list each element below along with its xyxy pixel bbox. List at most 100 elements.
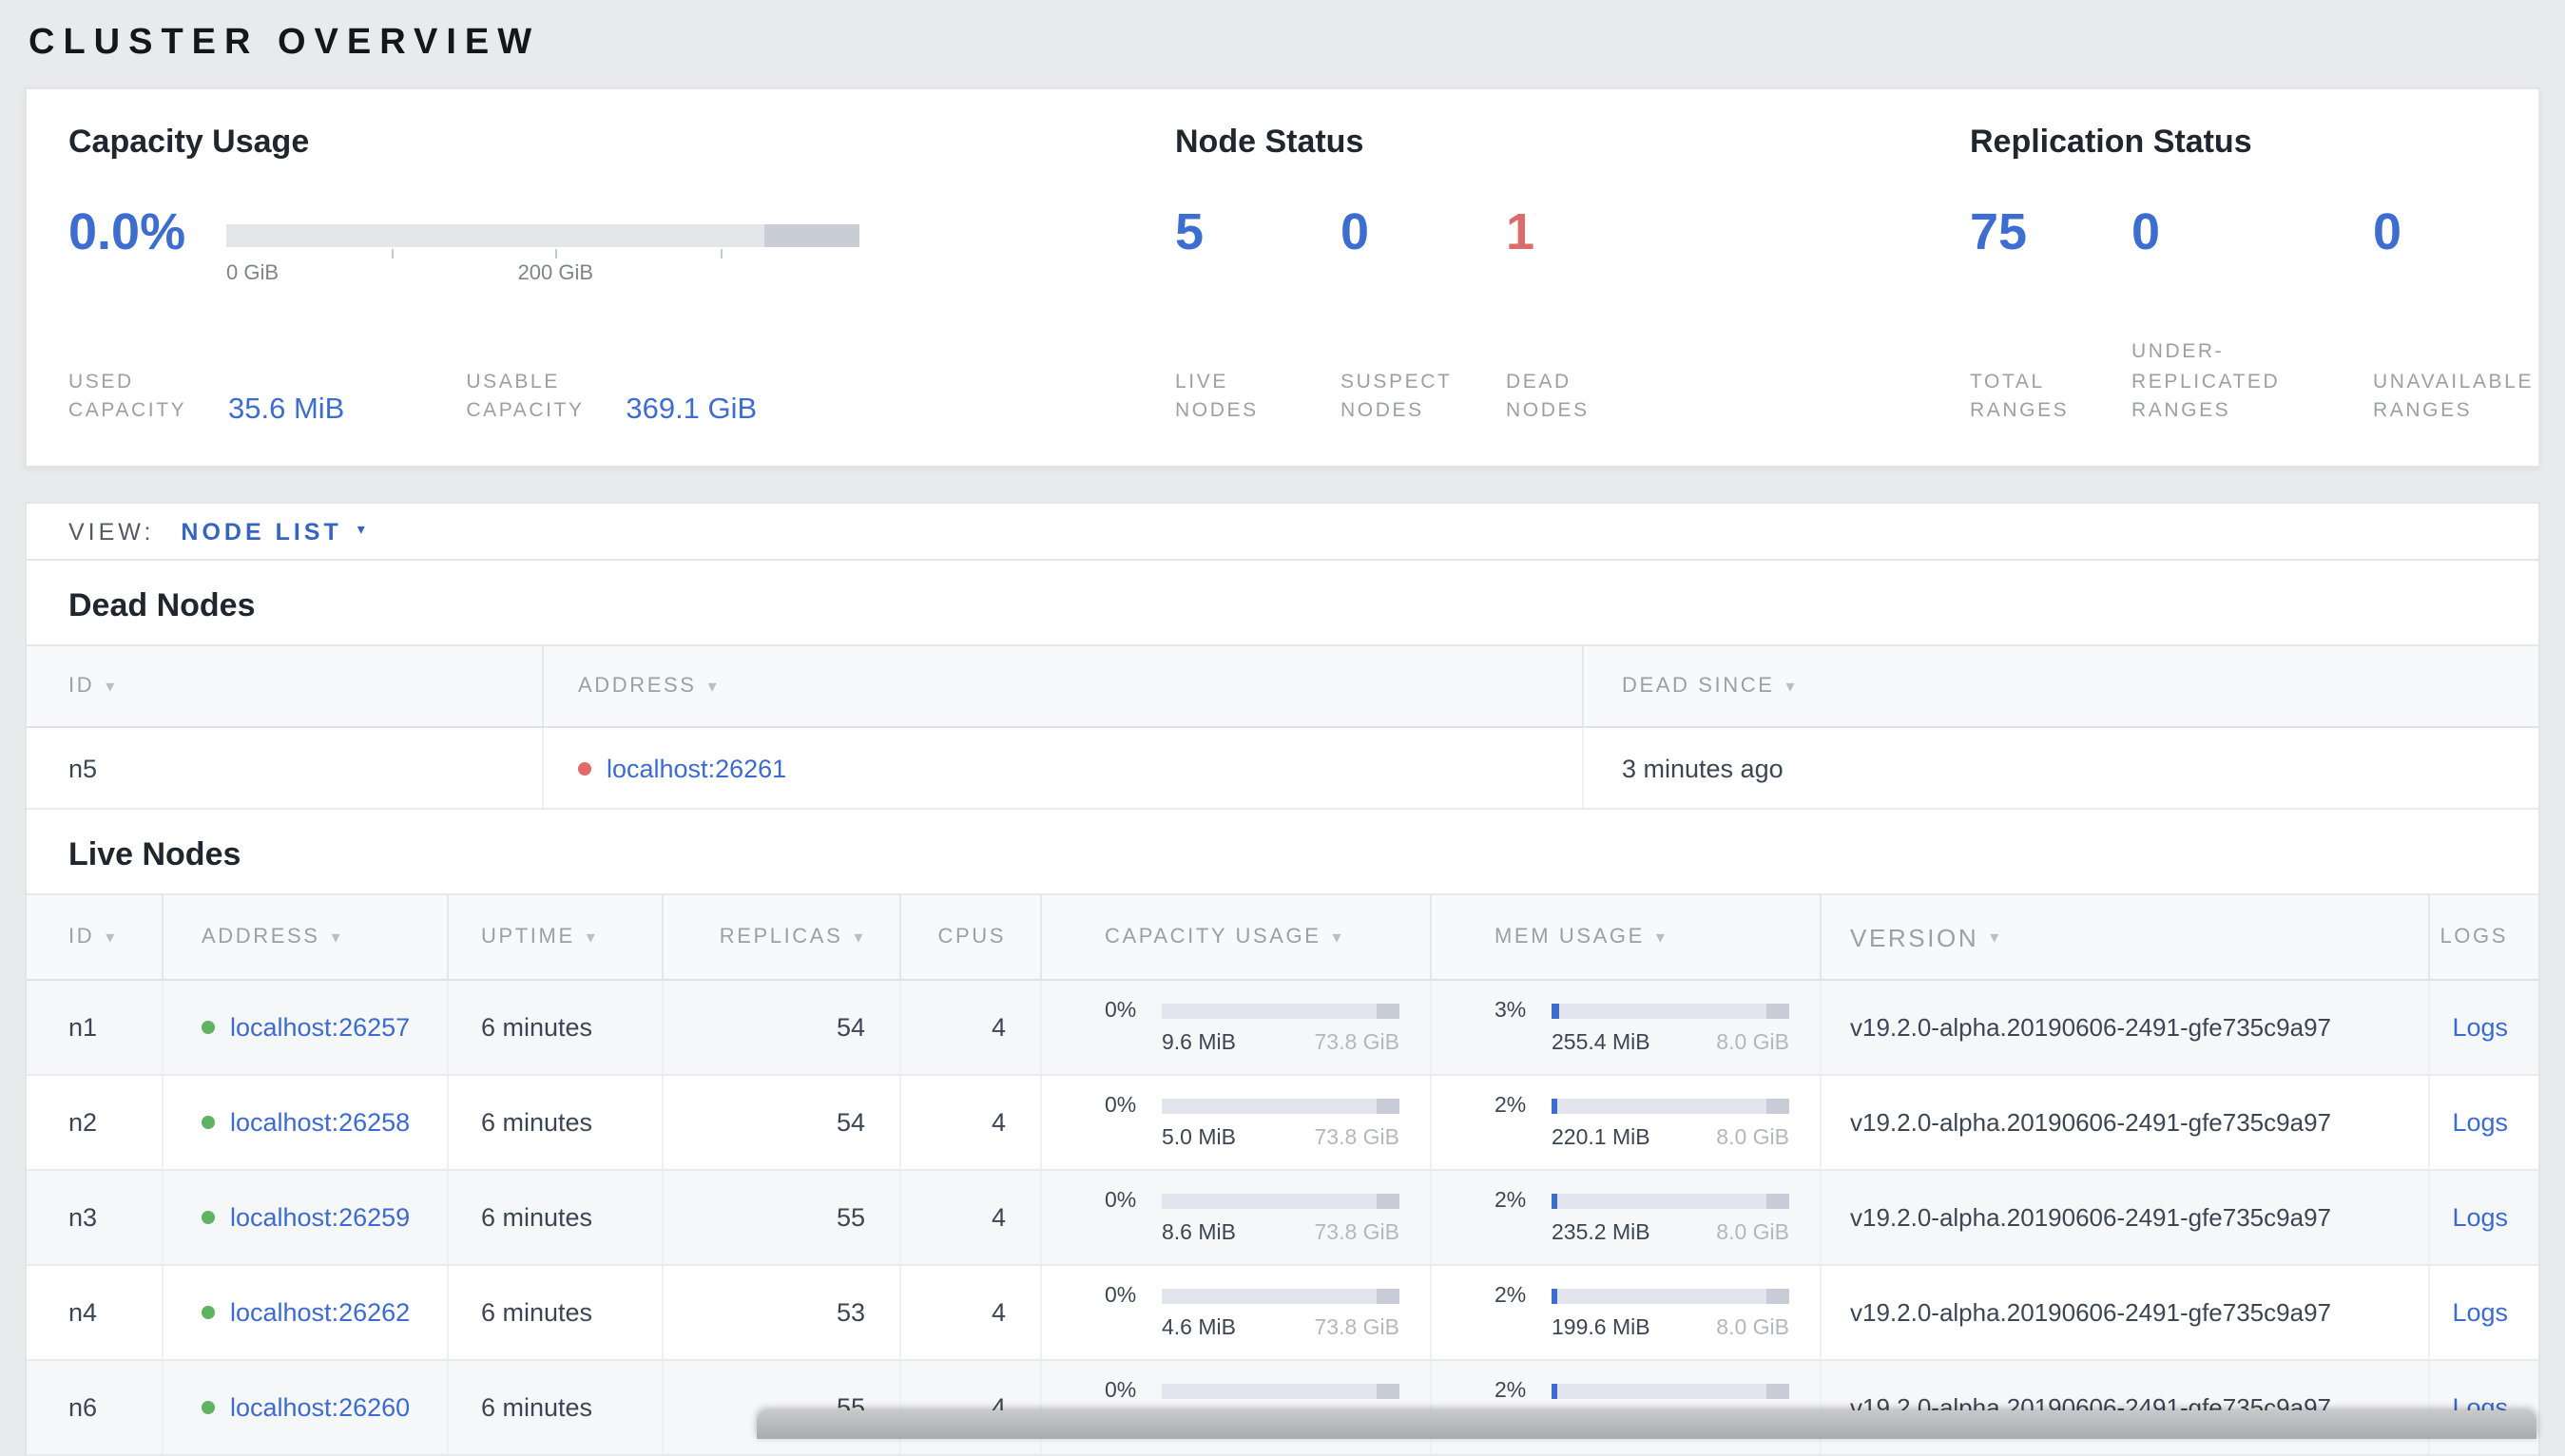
live-col-uptime[interactable]: UPTIME ▾ [449,895,664,979]
node-id: n5 [27,728,544,808]
under-replicated-ranges-count: 0 [2131,203,2161,260]
mem-bar-cap [1766,1289,1789,1304]
chevron-down-icon: ▾ [357,521,365,538]
total-ranges-label: TOTAL RANGES [1970,370,2070,423]
dead-nodes-heading: Dead Nodes [68,587,256,623]
mem-percent: 2% [1495,1380,1527,1403]
capacity-percent: 0% [1105,1095,1137,1118]
capacity-bar [1162,1194,1399,1209]
mem-bar [1552,1099,1789,1114]
capacity-usage-cell: 0% 9.6 MiB 73.8 GiB [1042,981,1432,1074]
capacity-used: 8.6 MiB [1162,1222,1236,1245]
node-id: n1 [27,981,164,1074]
axis-tick-mark [555,249,558,259]
node-address-link[interactable]: localhost:26259 [230,1203,410,1232]
used-capacity-label: USED CAPACITY [68,370,187,423]
mem-total: 8.0 GiB [1716,1127,1789,1150]
under-replicated-ranges-label: UNDER-REPLICATED RANGES [2131,339,2281,423]
capacity-bar-cap [1377,1004,1399,1019]
live-col-version[interactable]: VERSION ▾ [1822,895,2430,979]
column-label: VERSION [1850,923,1979,951]
node-address-link[interactable]: localhost:26260 [230,1393,410,1422]
mem-usage-cell: 2% 235.2 MiB 8.0 GiB [1432,1171,1822,1264]
node-logs-link[interactable]: Logs [2452,1298,2508,1327]
axis-tick-label: 200 GiB [517,262,594,285]
live-nodes-table: ID ▾ ADDRESS ▾ UPTIME ▾ REPLICAS ▾ CPUS [27,893,2538,1456]
mem-used: 235.2 MiB [1552,1222,1650,1245]
node-id: n2 [27,1076,164,1169]
live-col-replicas[interactable]: REPLICAS ▾ [664,895,901,979]
under-replicated-ranges-stat: 0 UNDER-REPLICATED RANGES [2131,162,2373,428]
node-address-cell: localhost:26261 [544,728,1584,808]
node-id: n4 [27,1266,164,1359]
node-replicas: 53 [664,1266,901,1359]
column-label: MEM USAGE [1495,926,1645,948]
column-label: UPTIME [481,926,575,948]
mem-percent: 2% [1495,1190,1527,1213]
live-nodes-count: 5 [1175,203,1205,260]
live-col-mem-usage[interactable]: MEM USAGE ▾ [1432,895,1822,979]
mem-bar [1552,1384,1789,1399]
live-col-capacity-usage[interactable]: CAPACITY USAGE ▾ [1042,895,1432,979]
suspect-nodes-stat: 0 SUSPECT NODES [1340,162,1506,428]
node-live-status-icon [202,1021,215,1034]
column-label: CPUS [937,926,1006,948]
node-live-status-icon [202,1211,215,1224]
capacity-used: 4.6 MiB [1162,1317,1236,1340]
node-logs-link[interactable]: Logs [2452,1013,2508,1042]
node-status-section: Node Status 5 LIVE NODES 0 SUSPECT NODES… [1175,89,1970,466]
capacity-usage-cell: 0% 8.6 MiB 73.8 GiB [1042,1171,1432,1264]
node-logs-link[interactable]: Logs [2452,1203,2508,1232]
dead-nodes-stat: 1 DEAD NODES [1506,162,1671,428]
live-col-address[interactable]: ADDRESS ▾ [164,895,449,979]
capacity-percent: 0% [1105,1190,1137,1213]
capacity-used: 9.6 MiB [1162,1032,1236,1055]
node-address-link[interactable]: localhost:26261 [607,754,786,782]
node-version: v19.2.0-alpha.20190606-2491-gfe735c9a97 [1822,1361,2430,1454]
dead-since-value: 3 minutes ago [1622,754,1784,782]
view-mode-dropdown[interactable]: NODE LIST ▾ [181,518,364,545]
total-ranges-stat: 75 TOTAL RANGES [1970,162,2131,428]
dead-col-address[interactable]: ADDRESS ▾ [544,646,1584,726]
table-row: n1 localhost:26257 6 minutes 54 4 0% 9.6… [27,981,2538,1076]
node-logs-link[interactable]: Logs [2452,1108,2508,1137]
mem-usage-cell: 2% 220.1 MiB 8.0 GiB [1432,1076,1822,1169]
unavailable-ranges-label: UNAVAILABLE RANGES [2373,370,2535,423]
dead-col-dead-since[interactable]: DEAD SINCE ▾ [1584,646,2538,726]
table-row: n5 localhost:26261 3 minutes ago [27,728,2538,810]
live-col-cpus[interactable]: CPUS [901,895,1042,979]
capacity-total: 73.8 GiB [1314,1317,1400,1340]
live-col-logs[interactable]: LOGS [2430,895,2538,979]
replication-status-section: Replication Status 75 TOTAL RANGES 0 UND… [1970,89,2538,466]
node-live-status-icon [202,1401,215,1414]
node-id: n3 [27,1171,164,1264]
capacity-bar [1162,1384,1399,1399]
view-label: VIEW: [68,518,155,545]
node-replicas: 55 [664,1171,901,1264]
column-label: DEAD SINCE [1622,675,1775,698]
capacity-bar [1162,1004,1399,1019]
node-address-link[interactable]: localhost:26262 [230,1298,410,1327]
dead-col-id[interactable]: ID ▾ [27,646,544,726]
mem-bar-fill [1552,1099,1556,1114]
capacity-total: 73.8 GiB [1314,1127,1400,1150]
live-col-id[interactable]: ID ▾ [27,895,164,979]
mem-bar-fill [1552,1194,1556,1209]
column-label: ADDRESS [578,675,697,698]
used-capacity-value: 35.6 MiB [228,393,345,426]
sort-arrow-icon: ▾ [1990,927,2001,946]
node-id: n6 [27,1361,164,1454]
mem-bar-fill [1552,1289,1556,1304]
sort-arrow-icon: ▾ [106,676,117,695]
mem-bar-cap [1766,1004,1789,1019]
nodes-panel: VIEW: NODE LIST ▾ Dead Nodes ID ▾ ADDRES… [25,502,2540,1456]
mem-usage-cell: 2% 199.6 MiB 8.0 GiB [1432,1266,1822,1359]
mem-total: 8.0 GiB [1716,1317,1789,1340]
node-address-link[interactable]: localhost:26257 [230,1013,410,1042]
capacity-bar [1162,1099,1399,1114]
capacity-percent: 0% [1105,1285,1137,1308]
sort-arrow-icon: ▾ [586,927,598,946]
node-cpus: 4 [901,1266,1042,1359]
node-address-link[interactable]: localhost:26258 [230,1108,410,1137]
dead-nodes-label: DEAD NODES [1506,370,1590,423]
